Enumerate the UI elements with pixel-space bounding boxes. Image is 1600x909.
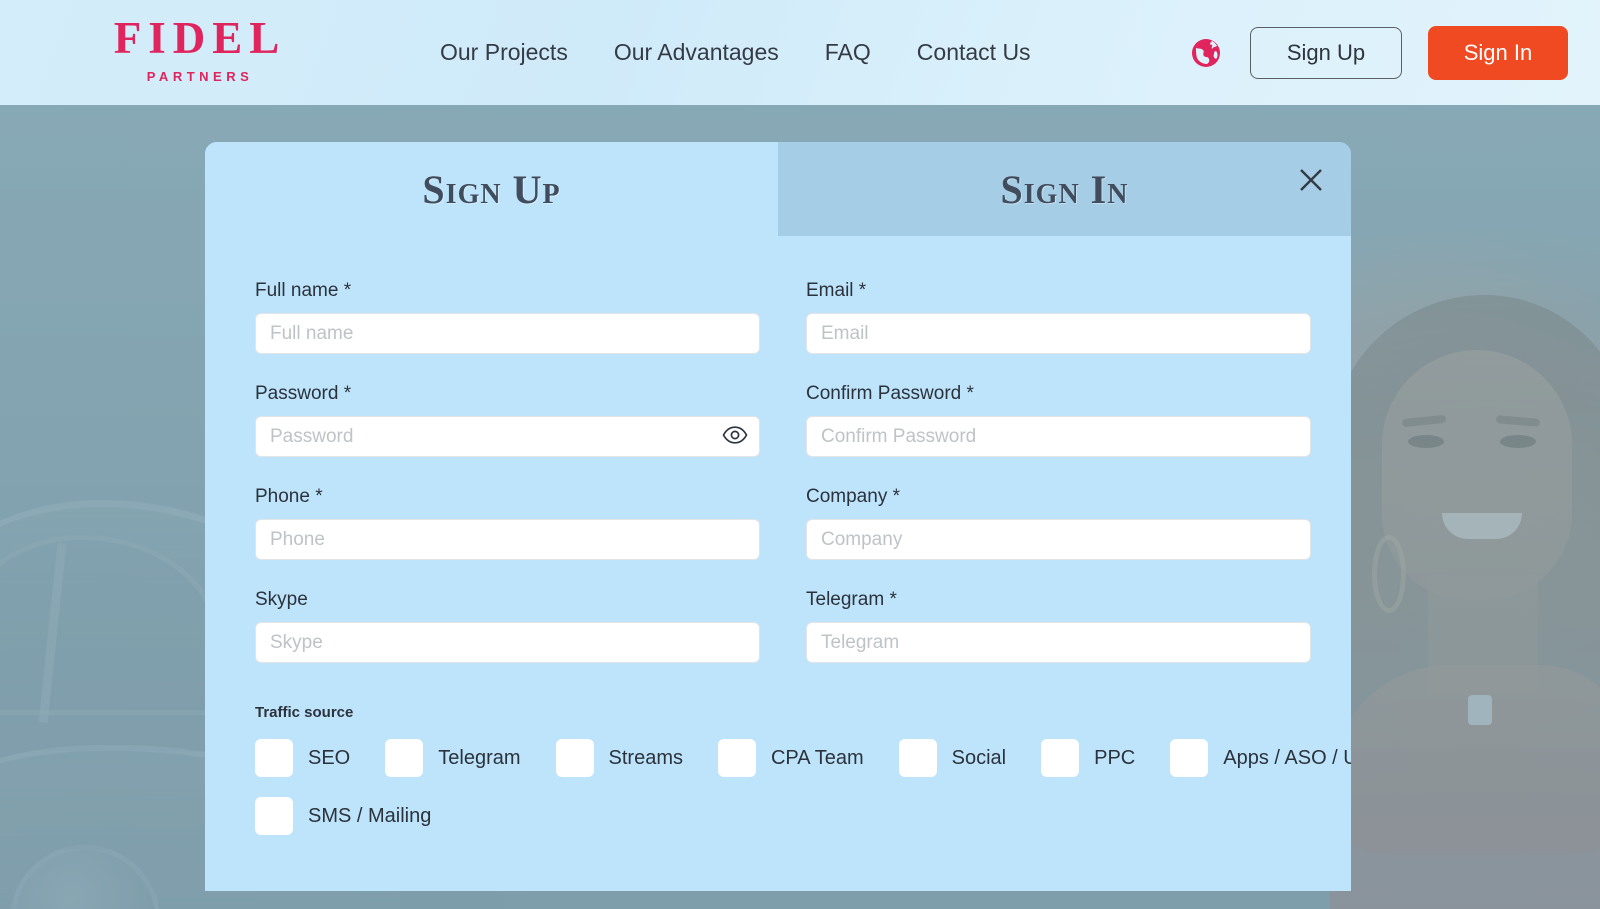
field-telegram: Telegram *: [806, 589, 1311, 663]
checkbox-item-sms-mailing[interactable]: SMS / Mailing: [255, 797, 431, 835]
label-password: Password *: [255, 383, 352, 404]
label-skype: Skype: [255, 589, 308, 610]
checkbox-social[interactable]: [898, 739, 937, 777]
tab-sign-in[interactable]: Sign In: [778, 142, 1351, 236]
checkbox-label-seo: SEO: [308, 746, 351, 769]
company-input[interactable]: [806, 519, 1311, 560]
checkbox-seo[interactable]: [255, 739, 293, 777]
traffic-source-row-1: SEO Telegram Streams CPA Team Social PPC…: [255, 739, 1351, 777]
auth-modal-tabs: Sign Up Sign In: [205, 142, 1351, 236]
checkbox-apps-aso-uac[interactable]: [1170, 739, 1209, 777]
checkbox-item-seo[interactable]: SEO: [255, 739, 350, 777]
field-password: Password *: [255, 383, 760, 457]
label-phone: Phone *: [255, 486, 323, 507]
skype-input[interactable]: [255, 622, 760, 663]
traffic-source-row-2: SMS / Mailing: [255, 797, 1301, 835]
full-name-input[interactable]: [255, 313, 760, 354]
field-company: Company *: [806, 486, 1311, 560]
close-icon[interactable]: [1291, 160, 1331, 200]
checkbox-label-cpa-team: CPA Team: [770, 746, 864, 769]
checkbox-item-ppc[interactable]: PPC: [1041, 739, 1135, 777]
site-header: FIDEL PARTNERS Our Projects Our Advantag…: [0, 0, 1600, 105]
telegram-input[interactable]: [806, 622, 1311, 663]
checkbox-item-streams[interactable]: Streams: [555, 739, 683, 777]
eye-icon[interactable]: [722, 424, 748, 448]
nav-item-contact-us[interactable]: Contact Us: [917, 39, 1031, 66]
nav-item-our-projects[interactable]: Our Projects: [440, 39, 568, 66]
checkbox-label-social: Social: [951, 746, 1007, 769]
checkbox-label-streams: Streams: [608, 746, 683, 769]
label-confirm-password: Confirm Password *: [806, 383, 974, 404]
sign-in-button[interactable]: Sign In: [1428, 25, 1568, 80]
logo-wordmark: FIDEL: [113, 13, 287, 63]
field-phone: Phone *: [255, 486, 760, 560]
header-actions: Sign Up Sign In: [1188, 0, 1568, 105]
checkbox-label-telegram: Telegram: [438, 746, 521, 769]
checkbox-cpa-team[interactable]: [717, 739, 756, 777]
confirm-password-input[interactable]: [806, 416, 1311, 457]
logo[interactable]: FIDEL PARTNERS: [80, 13, 320, 85]
field-skype: Skype: [255, 589, 760, 663]
checkbox-item-telegram[interactable]: Telegram: [385, 739, 521, 777]
checkbox-item-apps-aso-uac[interactable]: Apps / ASO / UAC: [1170, 739, 1351, 777]
checkbox-streams[interactable]: [555, 739, 594, 777]
logo-subtitle: PARTNERS: [146, 69, 254, 84]
traffic-source-section: Traffic source SEO Telegram Streams CPA …: [205, 692, 1351, 835]
traffic-source-title: Traffic source: [255, 704, 354, 721]
password-input[interactable]: [255, 416, 760, 457]
checkbox-label-ppc: PPC: [1094, 746, 1136, 769]
nav-item-our-advantages[interactable]: Our Advantages: [614, 39, 779, 66]
page-root: FIDEL PARTNERS Our Projects Our Advantag…: [0, 0, 1600, 909]
checkbox-ppc[interactable]: [1041, 739, 1080, 777]
auth-modal: Sign Up Sign In Full name * Email * Pass…: [205, 142, 1351, 891]
phone-input[interactable]: [255, 519, 760, 560]
label-company: Company *: [806, 486, 901, 507]
field-email: Email *: [806, 280, 1311, 354]
field-full-name: Full name *: [255, 280, 760, 354]
main-nav: Our Projects Our Advantages FAQ Contact …: [440, 0, 1031, 105]
label-email: Email *: [806, 280, 867, 301]
sign-up-button[interactable]: Sign Up: [1250, 26, 1402, 79]
globe-icon[interactable]: [1188, 35, 1224, 71]
checkbox-telegram[interactable]: [385, 739, 424, 777]
field-confirm-password: Confirm Password *: [806, 383, 1311, 457]
checkbox-item-social[interactable]: Social: [898, 739, 1007, 777]
checkbox-sms-mailing[interactable]: [255, 797, 293, 835]
sign-up-form: Full name * Email * Password * Confirm: [205, 236, 1351, 692]
tab-sign-up[interactable]: Sign Up: [205, 142, 778, 236]
checkbox-label-apps-aso-uac: Apps / ASO / UAC: [1223, 746, 1351, 769]
label-telegram: Telegram *: [806, 589, 897, 610]
checkbox-item-cpa-team[interactable]: CPA Team: [717, 739, 864, 777]
email-input[interactable]: [806, 313, 1311, 354]
nav-item-faq[interactable]: FAQ: [825, 39, 871, 66]
label-full-name: Full name *: [255, 280, 352, 301]
checkbox-label-sms-mailing: SMS / Mailing: [308, 804, 432, 827]
